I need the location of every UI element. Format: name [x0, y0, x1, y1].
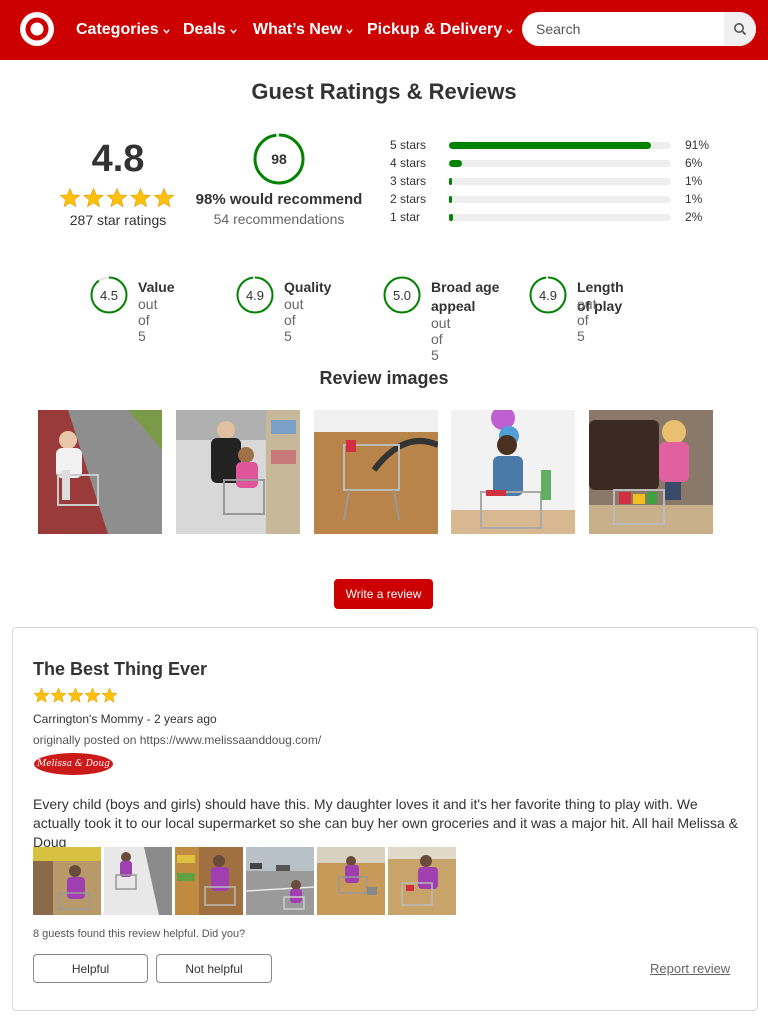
- review-card: The Best Thing Ever Carrington's Mommy -…: [12, 627, 758, 1011]
- recommend-percent-text: 98% would recommend: [195, 191, 363, 208]
- distribution-label: 3 stars: [390, 174, 427, 188]
- search-input[interactable]: [522, 12, 722, 46]
- average-stars-icon: [59, 188, 175, 208]
- distribution-percent: 1%: [685, 174, 703, 188]
- star-ratings-count: 287 star ratings: [69, 212, 167, 228]
- attribute-score: 4.9: [246, 288, 264, 303]
- attribute-score-ring: 4.5: [90, 276, 128, 314]
- distribution-bar: [449, 178, 671, 185]
- distribution-label: 2 stars: [390, 192, 427, 206]
- distribution-bar-fill: [449, 178, 452, 185]
- distribution-bar: [449, 160, 671, 167]
- distribution-label: 4 stars: [390, 156, 427, 170]
- review-source: originally posted on https://www.melissa…: [33, 733, 322, 747]
- not-helpful-button[interactable]: Not helpful: [156, 954, 272, 983]
- search-icon: [734, 23, 747, 36]
- write-review-button[interactable]: Write a review: [334, 579, 433, 609]
- attribute-score-ring: 5.0: [383, 276, 421, 314]
- melissa-doug-logo: Melissa & Doug: [34, 753, 113, 775]
- review-body: Every child (boys and girls) should have…: [33, 796, 738, 850]
- page-title: Guest Ratings & Reviews: [251, 79, 517, 104]
- attribute-scale: out of 5: [138, 296, 158, 344]
- helpful-count: 8 guests found this review helpful. Did …: [33, 928, 246, 940]
- recommend-number: 98: [271, 151, 287, 167]
- distribution-bar-fill: [449, 214, 454, 221]
- review-image-photo[interactable]: [176, 410, 300, 534]
- review-thumbnail[interactable]: [388, 847, 456, 915]
- average-rating: 4.8: [91, 138, 145, 180]
- nav-categories[interactable]: Categories: [76, 0, 171, 60]
- distribution-percent: 2%: [685, 210, 703, 224]
- attribute-score-ring: 4.9: [236, 276, 274, 314]
- distribution-label: 1 star: [390, 210, 421, 224]
- distribution-bar: [449, 142, 671, 149]
- attribute-score: 4.5: [100, 288, 118, 303]
- distribution-label: 5 stars: [390, 138, 427, 152]
- nav-pickup-delivery[interactable]: Pickup & Delivery: [367, 0, 514, 60]
- chevron-down-icon: [506, 29, 513, 34]
- review-thumbnail[interactable]: [104, 847, 172, 915]
- nav-deals-label: Deals: [183, 21, 226, 38]
- top-navigation-bar: Categories Deals What’s New Pickup & Del…: [0, 0, 768, 60]
- review-title: The Best Thing Ever: [33, 659, 208, 679]
- review-image-photo[interactable]: [589, 410, 713, 534]
- review-images-heading: Review images: [319, 368, 449, 388]
- review-thumbnail[interactable]: [246, 847, 314, 915]
- review-thumbnail[interactable]: [33, 847, 101, 915]
- distribution-percent: 6%: [685, 156, 703, 170]
- search-box: [522, 12, 756, 46]
- attribute-score-ring: 4.9: [529, 276, 567, 314]
- target-logo-icon[interactable]: [19, 11, 55, 47]
- review-author: Carrington's Mommy - 2 years ago: [33, 712, 217, 726]
- chevron-down-icon: [229, 29, 237, 34]
- distribution-bar: [449, 214, 671, 221]
- recommendations-count: 54 recommendations: [213, 211, 345, 227]
- nav-pickup-delivery-label: Pickup & Delivery: [367, 21, 503, 38]
- attribute-name: Value: [138, 279, 175, 295]
- distribution-bar-fill: [449, 196, 452, 203]
- search-button[interactable]: [724, 12, 756, 46]
- attribute-score: 5.0: [393, 288, 411, 303]
- helpful-button[interactable]: Helpful: [33, 954, 148, 983]
- nav-categories-label: Categories: [76, 21, 159, 38]
- attribute-scale: out of 5: [431, 315, 451, 363]
- chevron-down-icon: [346, 29, 353, 34]
- review-thumbnail[interactable]: [175, 847, 243, 915]
- attribute-scale: out of 5: [284, 296, 304, 344]
- distribution-percent: 1%: [685, 192, 703, 206]
- distribution-bar-fill: [449, 160, 463, 167]
- distribution-percent: 91%: [685, 138, 710, 152]
- attribute-scale: out of 5: [577, 296, 597, 344]
- review-image-photo[interactable]: [38, 410, 162, 534]
- distribution-bar-fill: [449, 142, 652, 149]
- review-image-photo[interactable]: [314, 410, 438, 534]
- attribute-name: Broad age appeal: [431, 279, 500, 314]
- review-image-photo[interactable]: [451, 410, 575, 534]
- review-thumbnail[interactable]: [317, 847, 385, 915]
- chevron-down-icon: [162, 29, 170, 34]
- recommend-percent-ring: 98: [253, 133, 305, 185]
- attribute-score: 4.9: [539, 288, 557, 303]
- report-review-link[interactable]: Report review: [650, 961, 730, 976]
- distribution-bar: [449, 196, 671, 203]
- nav-whats-new-label: What’s New: [253, 21, 343, 38]
- nav-whats-new[interactable]: What’s New: [253, 0, 354, 60]
- review-stars-icon: [33, 687, 118, 703]
- nav-deals[interactable]: Deals: [183, 0, 238, 60]
- attribute-name: Quality: [284, 279, 332, 295]
